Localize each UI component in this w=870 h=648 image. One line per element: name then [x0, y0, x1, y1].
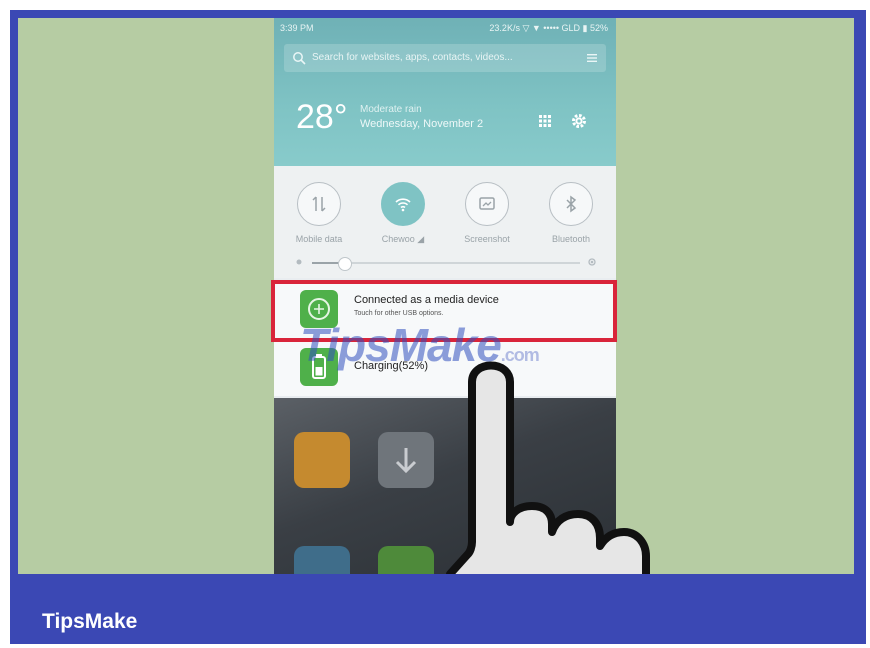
bluetooth-icon: [549, 182, 593, 226]
date-label: Wednesday, November 2: [360, 118, 484, 130]
app-icon[interactable]: [294, 546, 350, 574]
brightness-low-icon: [296, 259, 302, 265]
footer-brand: TipsMake: [42, 610, 138, 633]
toggle-mobile-data[interactable]: Mobile data: [284, 182, 354, 244]
search-bar[interactable]: Search for websites, apps, contacts, vid…: [284, 44, 606, 72]
pointing-hand-icon: [446, 361, 650, 574]
wifi-icon: [381, 182, 425, 226]
brightness-high-icon: [588, 258, 596, 266]
toggle-label: Screenshot: [464, 234, 510, 244]
menu-icon[interactable]: [586, 52, 598, 64]
screenshot-icon: [465, 182, 509, 226]
app-icon[interactable]: [294, 432, 350, 488]
brightness-slider-knob[interactable]: [338, 257, 352, 271]
illustration-canvas: 3:39 PM 23.2K/s ▽ ▼ ••••• GLD ▮ 52% Sear…: [18, 18, 854, 574]
mobile-data-icon: [297, 182, 341, 226]
toggle-label: Chewoo ◢: [381, 234, 425, 244]
temperature: 28°: [296, 98, 348, 136]
status-bar: 3:39 PM 23.2K/s ▽ ▼ ••••• GLD ▮ 52%: [274, 18, 616, 38]
toggle-screenshot[interactable]: Screenshot: [452, 182, 522, 244]
toggle-label: Bluetooth: [551, 234, 591, 244]
search-icon: [293, 52, 306, 65]
weather-condition: Moderate rain: [360, 104, 422, 115]
status-time: 3:39 PM: [280, 23, 314, 33]
status-indicators: 23.2K/s ▽ ▼ ••••• GLD ▮ 52%: [489, 23, 608, 33]
toggle-label: Mobile data: [295, 234, 343, 244]
notification-shade-header: 3:39 PM 23.2K/s ▽ ▼ ••••• GLD ▮ 52% Sear…: [274, 18, 616, 166]
quick-settings: Mobile data Chewoo ◢ Screenshot Bluetoot…: [274, 166, 616, 278]
grid-icon[interactable]: [538, 114, 552, 128]
search-placeholder: Search for websites, apps, contacts, vid…: [312, 52, 513, 63]
brightness-slider[interactable]: [312, 257, 580, 271]
toggle-bluetooth[interactable]: Bluetooth: [536, 182, 606, 244]
gear-icon[interactable]: [570, 112, 588, 130]
toggle-wifi[interactable]: Chewoo ◢: [368, 182, 438, 245]
